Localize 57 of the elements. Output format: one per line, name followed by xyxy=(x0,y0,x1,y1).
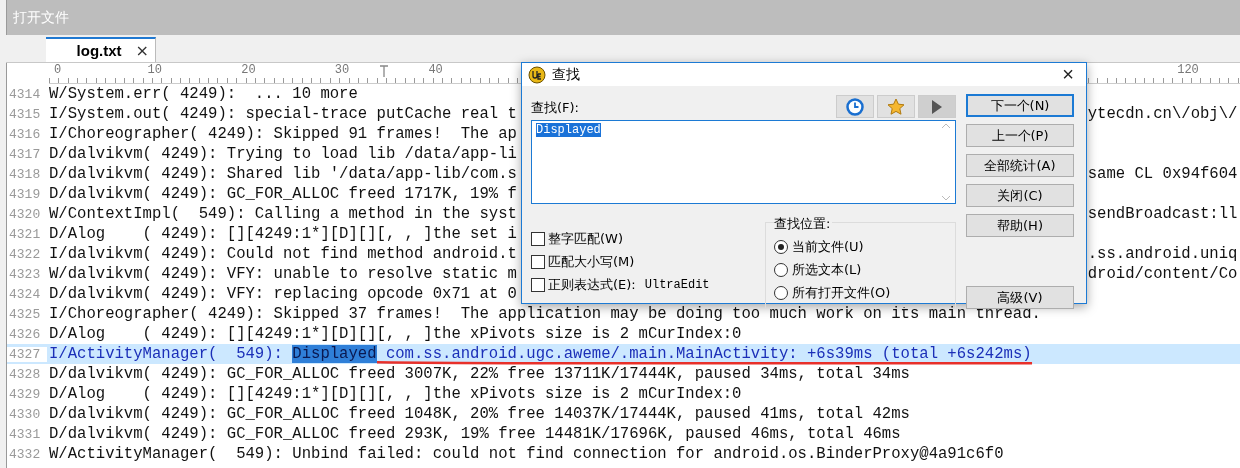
dialog-button[interactable]: 下一个(N) xyxy=(966,94,1074,117)
dialog-button[interactable]: 上一个(P) xyxy=(966,124,1074,147)
log-line: I/ActivityManager( 549): xyxy=(49,345,284,363)
close-tab-icon[interactable]: × xyxy=(135,41,149,60)
radio-button[interactable] xyxy=(774,263,788,277)
log-line: W/ActivityManager( 549): Unbind failed: could not find connection for android.os.BinderProxy@4a91c6f0 xyxy=(49,445,1004,463)
log-line: D/dalvikvm( 4249): Trying to load lib /data/app-li xyxy=(49,145,517,163)
option-label: 正则表达式(E): xyxy=(548,276,636,294)
log-line: ytecdn.cn\/obj\/ xyxy=(1087,105,1238,123)
file-tab[interactable]: log.txt × xyxy=(46,37,156,62)
advanced-button[interactable]: 高级(V) xyxy=(966,286,1074,309)
radio-button[interactable] xyxy=(774,240,788,254)
log-line: D/dalvikvm( 4249): VFY: replacing opcode 0x71 at 0 xyxy=(49,285,517,303)
log-line: .ss.android.uniq xyxy=(1087,245,1238,263)
log-line: W/ContextImpl( 549): Calling a method in the syst xyxy=(49,205,517,223)
log-line: D/dalvikvm( 4249): GC_FOR_ALLOC freed 3007K, 22% free 13711K/17444K, paused 34ms, total 34ms xyxy=(49,365,910,383)
option-label: 整字匹配(W) xyxy=(548,230,623,248)
star-icon xyxy=(887,97,905,116)
log-line: same CL 0x94f604 xyxy=(1087,165,1238,183)
window-title: 打开文件 xyxy=(13,8,69,27)
dialog-button[interactable]: 帮助(H) xyxy=(966,214,1074,237)
option-suffix: UltraEdit xyxy=(644,278,710,292)
checkbox[interactable] xyxy=(531,255,545,269)
search-match: Displayed xyxy=(292,345,377,363)
log-line: droid/content/Co xyxy=(1087,265,1238,283)
log-line: D/Alog ( 4249): [][4249:1*][D][][, , ]the set i xyxy=(49,225,517,243)
dialog-button[interactable]: 关闭(C) xyxy=(966,184,1074,207)
log-line: com.ss.android.ugc.aweme/.main.MainActivity: +6s39ms (total +6s242ms) xyxy=(384,345,1032,363)
dialog-title: 查找 xyxy=(552,65,581,84)
log-line: D/Alog ( 4249): [][4249:1*][D][][, , ]the xPivots size is 2 mCurIndex:0 xyxy=(49,385,742,403)
radio-button[interactable] xyxy=(774,286,788,300)
dialog-button[interactable]: 全部统计(A) xyxy=(966,154,1074,177)
toolbar-button[interactable] xyxy=(836,95,874,118)
log-line: D/Alog ( 4249): [][4249:1*][D][][, , ]the xPivots size is 2 mCurIndex:0 xyxy=(49,325,742,343)
log-line: D/dalvikvm( 4249): Shared lib '/data/app-lib/com.s xyxy=(49,165,517,183)
clock-icon xyxy=(846,97,864,116)
radio-label: 所有打开文件(O) xyxy=(792,284,891,302)
log-line: W/dalvikvm( 4249): VFY: unable to resolve static m xyxy=(49,265,517,283)
line-number: 4327 xyxy=(7,346,47,362)
radio-label: 当前文件(U) xyxy=(792,238,864,256)
checkbox[interactable] xyxy=(531,232,545,246)
play-icon xyxy=(931,98,943,115)
radio-label: 所选文本(L) xyxy=(792,261,862,279)
group-title: 查找位置: xyxy=(774,215,833,233)
option-label: 匹配大小写(M) xyxy=(548,253,635,271)
log-line: D/dalvikvm( 4249): GC_FOR_ALLOC freed 1717K, 19% f xyxy=(49,185,517,203)
checkbox[interactable] xyxy=(531,278,545,292)
log-line: I/System.out( 4249): special-trace putCache real t xyxy=(49,105,517,123)
find-label: 查找(F): xyxy=(531,99,579,117)
log-line: D/dalvikvm( 4249): GC_FOR_ALLOC freed 1048K, 20% free 14037K/17444K, paused 41ms, total 42ms xyxy=(49,405,910,423)
log-line: sendBroadcast:ll xyxy=(1087,205,1238,223)
app-logo-icon xyxy=(528,65,546,84)
log-line: I/dalvikvm( 4249): Could not find method android.t xyxy=(49,245,517,263)
tab-stop-icon xyxy=(379,65,388,77)
log-line: D/dalvikvm( 4249): GC_FOR_ALLOC freed 293K, 19% free 14481K/17696K, paused 46ms, total 46ms xyxy=(49,425,901,443)
log-line: W/System.err( 4249): ... 10 more xyxy=(49,85,358,103)
log-line: I/Choreographer( 4249): Skipped 91 frames! The ap xyxy=(49,125,517,143)
